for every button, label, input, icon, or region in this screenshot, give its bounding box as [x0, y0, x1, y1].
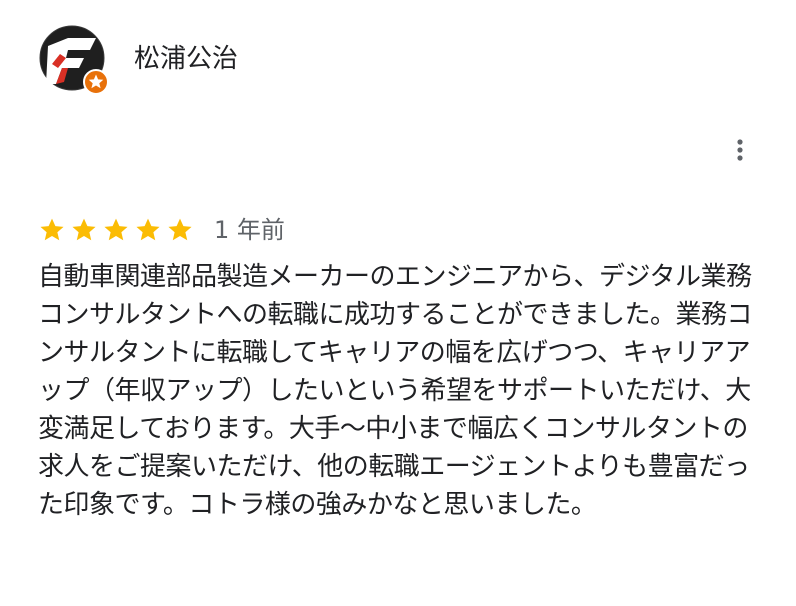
- reviewer-logo-avatar-icon: [39, 25, 109, 95]
- more-vert-icon: [737, 139, 743, 161]
- reviewer-avatar[interactable]: [38, 24, 110, 96]
- star-icon: [70, 216, 98, 244]
- local-guide-badge-icon: [83, 69, 109, 95]
- review-text: 自動車関連部品製造メーカーのエンジニアから、デジタル業務コンサルタントへの転職に…: [38, 262, 753, 520]
- star-icon: [102, 216, 130, 244]
- more-options-button[interactable]: [724, 134, 756, 166]
- star-icon: [134, 216, 162, 244]
- star-rating: [38, 216, 198, 244]
- rating-row: 1 年前: [38, 212, 285, 248]
- star-icon: [166, 216, 194, 244]
- review-date: 1 年前: [214, 216, 285, 244]
- star-icon: [38, 216, 66, 244]
- reviewer-name[interactable]: 松浦公治: [134, 41, 238, 77]
